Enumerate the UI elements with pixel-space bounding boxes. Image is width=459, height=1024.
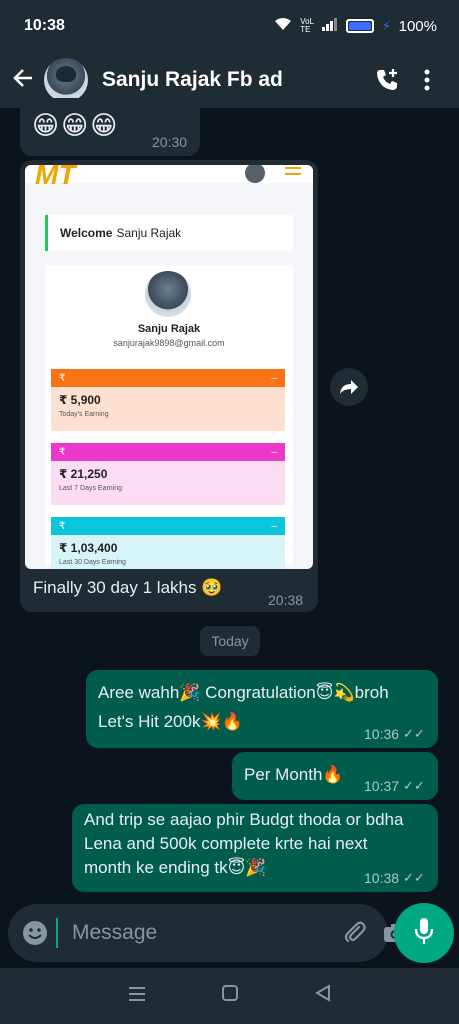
message-text: And trip se aajao phir Budgt thoda or bd… xyxy=(84,810,404,829)
contact-name[interactable]: Sanju Rajak Fb ad xyxy=(102,68,367,92)
message-time: 20:30 xyxy=(152,134,188,150)
message-time: 10:36 ✓✓ xyxy=(364,726,425,742)
incoming-message[interactable]: 😁😁😁 20:30 xyxy=(20,98,200,156)
avatar[interactable] xyxy=(44,58,88,102)
welcome-name: Sanju Rajak xyxy=(116,226,182,240)
earnings-screenshot[interactable]: MT Welcome Sanju Rajak Sanju Rajak sanju… xyxy=(25,165,313,569)
profile-name: Sanju Rajak xyxy=(137,323,201,335)
earning-label: Last 30 Days Earning xyxy=(59,559,126,566)
back-arrow-icon[interactable] xyxy=(12,65,42,96)
forward-button[interactable] xyxy=(330,368,368,406)
chat-area[interactable]: 😁😁😁 20:30 MT Welcome Sanju Rajak Sanju R… xyxy=(0,98,459,900)
profile-card: Sanju Rajak sanjurajak9898@gmail.com ₹ – … xyxy=(45,265,293,569)
earning-label: Today's Earning xyxy=(59,411,109,418)
outgoing-message[interactable]: Aree wahh🎉 Congratulation😇💫broh Let's Hi… xyxy=(86,670,438,748)
message-composer xyxy=(8,904,406,962)
volte-icon: VoLTE xyxy=(300,17,314,34)
message-time: 10:37 ✓✓ xyxy=(364,778,425,794)
message-text: month ke ending tk😇🎉 xyxy=(84,858,267,877)
earning-card-30days: ₹ – ₹ 1,03,400 Last 30 Days Earning xyxy=(51,517,285,569)
message-time: 10:38 ✓✓ xyxy=(364,870,425,886)
battery-percent: 100% xyxy=(398,17,437,35)
double-check-icon: ✓✓ xyxy=(403,778,425,793)
clock: 10:38 xyxy=(24,17,65,34)
earning-amount: ₹ 1,03,400 xyxy=(59,541,118,555)
status-icons: VoLTE ⚡ 100% xyxy=(274,17,437,35)
message-text: Aree wahh🎉 Congratulation😇💫broh xyxy=(98,683,389,702)
signal-icon xyxy=(322,17,338,35)
image-caption: Finally 30 day 1 lakhs 🥹 xyxy=(33,578,223,597)
home-icon[interactable] xyxy=(221,984,239,1008)
message-time: 20:38 xyxy=(268,592,304,608)
welcome-label: Welcome xyxy=(60,226,113,240)
back-nav-icon[interactable] xyxy=(315,984,331,1008)
charging-icon: ⚡ xyxy=(382,19,391,33)
mic-icon xyxy=(414,917,434,950)
add-call-button[interactable] xyxy=(367,60,407,100)
mic-button[interactable] xyxy=(394,903,454,963)
message-text: Lena and 500k complete krte hai next xyxy=(84,834,368,853)
date-divider: Today xyxy=(200,626,260,656)
recents-icon[interactable] xyxy=(128,985,146,1008)
battery-icon xyxy=(346,19,375,33)
rupee-icon: ₹ xyxy=(59,372,66,384)
welcome-banner: Welcome Sanju Rajak xyxy=(45,215,293,251)
profile-email: sanjurajak9898@gmail.com xyxy=(113,338,225,348)
mt-logo: MT xyxy=(35,165,76,190)
message-text: Let's Hit 200k💥🔥 xyxy=(98,712,243,731)
incoming-image-message[interactable]: MT Welcome Sanju Rajak Sanju Rajak sanju… xyxy=(20,160,318,612)
hamburger-icon xyxy=(285,167,301,175)
attach-icon[interactable] xyxy=(343,917,367,949)
screenshot-avatar xyxy=(245,165,265,183)
earning-card-today: ₹ – ₹ 5,900 Today's Earning xyxy=(51,369,285,431)
rupee-icon: ₹ xyxy=(59,446,66,458)
status-bar: 10:38 VoLTE ⚡ 100% xyxy=(0,0,459,52)
message-text: Per Month🔥 xyxy=(244,765,344,784)
message-input[interactable] xyxy=(56,918,343,948)
rupee-icon: ₹ xyxy=(59,520,66,532)
earning-card-7days: ₹ – ₹ 21,250 Last 7 Days Earning xyxy=(51,443,285,505)
more-options-icon[interactable] xyxy=(407,60,447,100)
emoji-icon[interactable] xyxy=(22,917,48,949)
wifi-icon xyxy=(274,17,292,35)
system-nav-bar xyxy=(0,968,459,1024)
earning-amount: ₹ 5,900 xyxy=(59,393,101,407)
earning-amount: ₹ 21,250 xyxy=(59,467,108,481)
outgoing-message[interactable]: Per Month🔥 10:37 ✓✓ xyxy=(232,752,438,800)
message-text: 😁😁😁 xyxy=(32,110,120,140)
double-check-icon: ✓✓ xyxy=(403,870,425,885)
double-check-icon: ✓✓ xyxy=(403,726,425,741)
profile-avatar xyxy=(145,271,191,317)
outgoing-message[interactable]: And trip se aajao phir Budgt thoda or bd… xyxy=(72,804,438,892)
screenshot-topbar: MT xyxy=(25,165,313,190)
earning-label: Last 7 Days Earning xyxy=(59,485,123,492)
